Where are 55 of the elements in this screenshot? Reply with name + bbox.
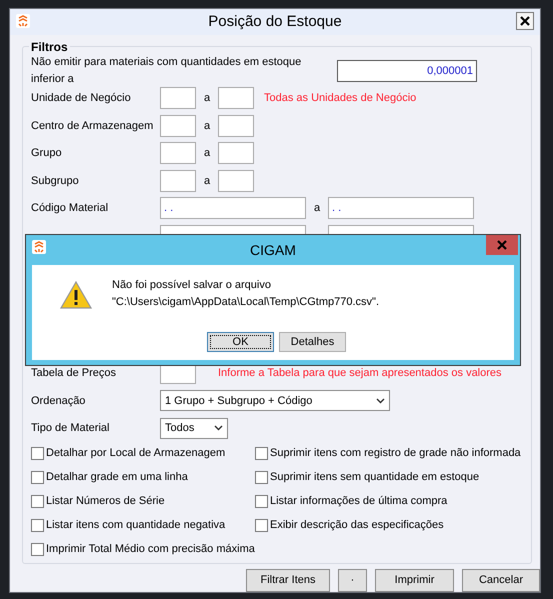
dialog-button[interactable]: OK: [207, 332, 274, 352]
dialog-button[interactable]: Imprimir: [375, 569, 454, 592]
range-end-field[interactable]: [218, 114, 254, 137]
checkbox-option[interactable]: Suprimir itens sem quantidade em estoque: [255, 470, 523, 485]
hint-text: Todas as Unidades de Negócio: [264, 91, 416, 106]
caret-icon: [214, 425, 223, 432]
range-end-field[interactable]: [218, 87, 254, 110]
range-separator: a: [202, 174, 212, 188]
app-logo-icon: [16, 14, 30, 28]
checkbox-option[interactable]: Detalhar grade em uma linha: [31, 470, 255, 485]
checkbox-option[interactable]: Exibir descrição das especificações: [255, 518, 523, 533]
material-type-dropdown[interactable]: Todos: [160, 418, 228, 439]
checkbox-option[interactable]: Listar Números de Série: [31, 494, 255, 509]
field-label: Centro de Armazenagem: [31, 118, 154, 134]
dialog-button[interactable]: ·: [338, 569, 367, 592]
checkbox-option[interactable]: Detalhar por Local de Armazenagem: [31, 446, 255, 461]
checkbox-option[interactable]: Imprimir Total Médio com precisão máxima: [31, 542, 255, 557]
window-title: Posição do Estoque: [208, 12, 342, 32]
range-start-field[interactable]: . .: [160, 197, 306, 220]
field-label: Grupo: [31, 146, 63, 161]
range-start-field[interactable]: [160, 170, 196, 192]
quantity-field[interactable]: 0,000001: [337, 60, 477, 82]
message-text: "C:\Users\cigam\AppData\Local\Temp\CGtmp770.csv".: [112, 294, 380, 310]
dialog-title: CIGAM: [250, 240, 296, 260]
range-separator: a: [202, 91, 212, 106]
field-label: Tabela de Preços: [31, 366, 117, 381]
field-label: Subgrupo: [31, 174, 80, 188]
dialog-button[interactable]: Filtrar Itens: [246, 569, 330, 592]
hint-text: Informe a Tabela para que sejam apresentados os valores: [218, 366, 502, 381]
message-text: Não foi possível salvar o arquivo: [112, 278, 272, 293]
close-icon: [497, 240, 507, 250]
app-logo-icon: [32, 240, 46, 254]
dialog-button[interactable]: Cancelar: [462, 569, 540, 592]
range-start-field[interactable]: [160, 142, 196, 164]
range-separator: a: [202, 146, 212, 161]
range-end-field[interactable]: . .: [328, 197, 474, 220]
range-separator: a: [312, 201, 322, 216]
range-start-field[interactable]: [160, 87, 196, 110]
field-label: Unidade de Negócio: [31, 91, 132, 106]
warning-icon: [60, 281, 92, 309]
close-button[interactable]: [516, 12, 534, 30]
dialog-button[interactable]: Detalhes: [279, 332, 346, 352]
checkbox-option[interactable]: Listar itens com quantidade negativa: [31, 518, 255, 533]
ordering-dropdown[interactable]: 1 Grupo + Subgrupo + Código: [160, 390, 390, 412]
close-icon: [520, 16, 530, 26]
checkbox-option[interactable]: Suprimir itens com registro de grade não informada: [255, 446, 523, 461]
field-label: Ordenação: [31, 394, 86, 408]
checkbox-option[interactable]: Listar informações de última compra: [255, 494, 523, 509]
range-separator: a: [202, 118, 212, 134]
range-end-field[interactable]: [218, 142, 254, 164]
field-label: Tipo de Material: [31, 421, 110, 436]
range-end-field[interactable]: [218, 170, 254, 192]
range-start-field[interactable]: [160, 114, 196, 137]
field-label: Código Material: [31, 201, 110, 216]
caret-icon: [376, 398, 385, 404]
